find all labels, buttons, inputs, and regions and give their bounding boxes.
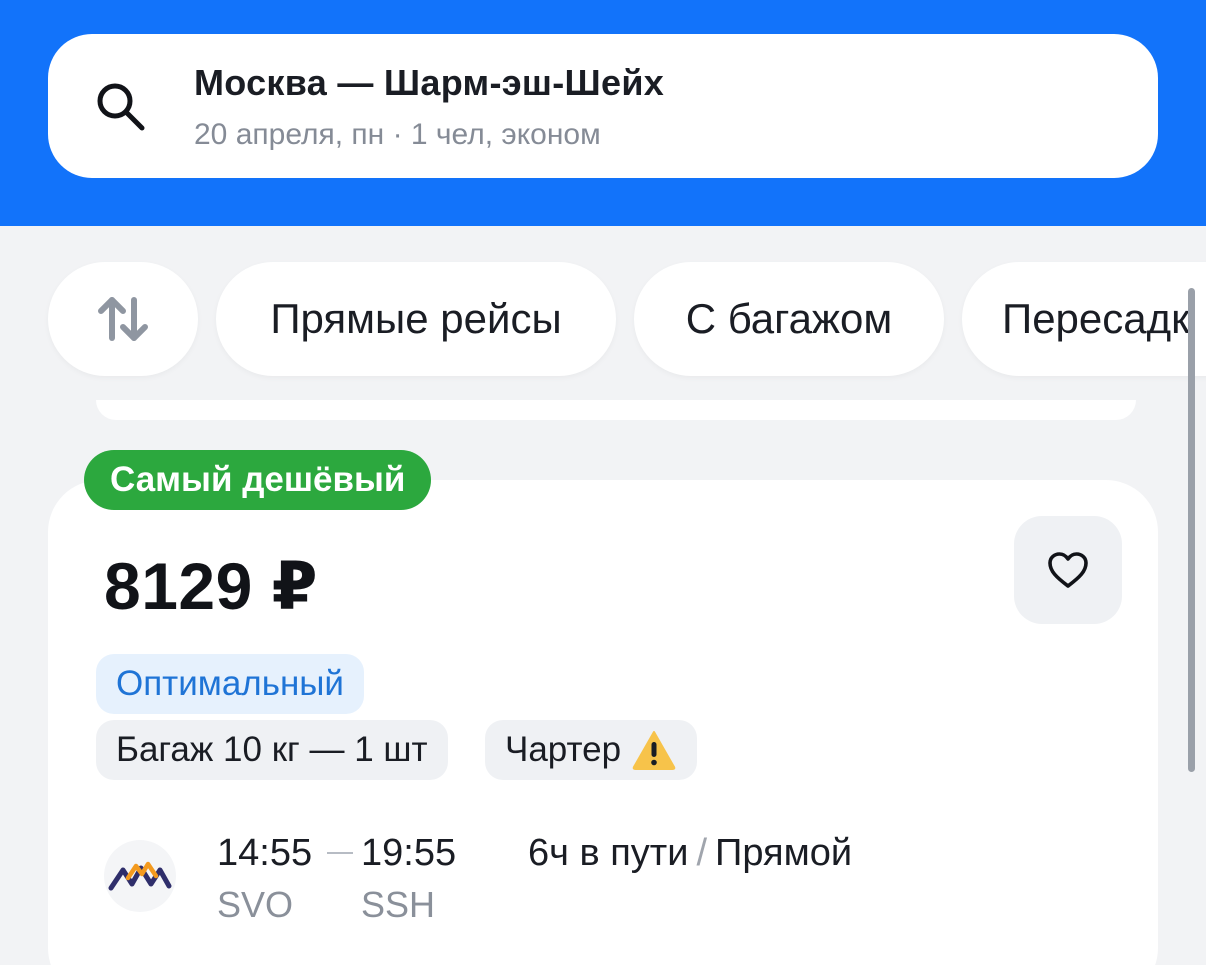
airline-logo	[104, 840, 176, 912]
departure-airport: SVO	[217, 884, 294, 925]
favorite-button[interactable]	[1014, 516, 1122, 624]
flight-type: Прямой	[715, 832, 853, 874]
departure-time: 14:55	[217, 832, 313, 874]
search-box[interactable]	[48, 34, 1158, 178]
charter-tag[interactable]: Чартер	[485, 720, 698, 780]
scrollbar[interactable]	[1188, 288, 1195, 772]
search-details[interactable]: 20 апреля, пн · 1 чел, эконом	[194, 118, 601, 152]
sort-button[interactable]	[48, 262, 198, 376]
arrival-airport: SSH	[361, 884, 436, 925]
filter-bar: Прямые рейсы С багажом Пересадк	[0, 262, 1206, 378]
fare-tag: Оптимальный	[96, 654, 364, 714]
filter-direct-flights[interactable]: Прямые рейсы	[216, 262, 616, 376]
duration-text: 6ч в пути	[528, 832, 689, 874]
search-icon[interactable]	[90, 78, 150, 138]
time-separator	[327, 852, 353, 854]
arrival-time: 19:55	[361, 832, 457, 874]
heart-icon	[1048, 552, 1088, 588]
previous-card-edge	[96, 400, 1136, 420]
warning-icon	[632, 731, 676, 770]
offer-price: 8129 ₽	[104, 549, 319, 623]
duration-separator: /	[696, 832, 708, 874]
search-route[interactable]: Москва — Шарм-эш-Шейх	[194, 62, 664, 104]
flight-duration: 6ч в пути / Прямой	[528, 832, 852, 875]
airline-logo-icon	[108, 861, 172, 891]
filter-transfers[interactable]: Пересадк	[962, 262, 1206, 376]
filter-with-baggage[interactable]: С багажом	[634, 262, 944, 376]
sort-arrows-icon	[98, 297, 148, 341]
cheapest-badge: Самый дешёвый	[84, 450, 432, 510]
baggage-tag: Багаж 10 кг — 1 шт	[96, 720, 448, 780]
charter-label: Чартер	[505, 730, 622, 769]
